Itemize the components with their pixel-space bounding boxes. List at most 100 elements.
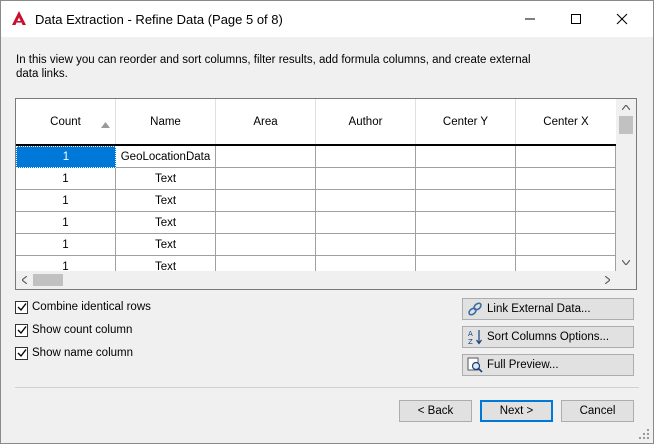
- checkbox-box[interactable]: [15, 300, 28, 314]
- scrollbar-corner: [616, 271, 636, 289]
- area-cell[interactable]: [216, 256, 316, 271]
- back-button[interactable]: < Back: [399, 400, 472, 422]
- chevron-left-icon: [22, 276, 27, 284]
- center-x-cell[interactable]: [516, 168, 616, 190]
- name-cell[interactable]: Text: [116, 168, 216, 190]
- table-row[interactable]: 1 Text: [16, 190, 616, 212]
- area-cell[interactable]: [216, 190, 316, 212]
- name-cell[interactable]: Text: [116, 234, 216, 256]
- area-cell[interactable]: [216, 234, 316, 256]
- center-x-cell[interactable]: [516, 256, 616, 271]
- center-y-cell[interactable]: [416, 212, 516, 234]
- name-cell[interactable]: Text: [116, 256, 216, 271]
- area-cell[interactable]: [216, 212, 316, 234]
- column-header-author[interactable]: Author: [316, 99, 416, 144]
- count-cell[interactable]: 1: [16, 168, 116, 190]
- center-y-cell[interactable]: [416, 146, 516, 168]
- svg-text:A: A: [468, 330, 473, 338]
- grid-viewport: Count Name Area Author Center Y Center X…: [16, 99, 616, 271]
- area-cell[interactable]: [216, 146, 316, 168]
- scroll-down-button[interactable]: [616, 254, 636, 271]
- maximize-button[interactable]: [553, 1, 599, 37]
- scroll-right-button[interactable]: [599, 271, 616, 289]
- sort-ascending-icon: [101, 119, 110, 131]
- column-header-count[interactable]: Count: [16, 99, 116, 144]
- author-cell[interactable]: [316, 190, 416, 212]
- link-external-data-button[interactable]: Link External Data...: [462, 298, 634, 320]
- table-row[interactable]: 1 GeoLocationData: [16, 146, 616, 168]
- full-preview-button[interactable]: Full Preview...: [462, 354, 634, 376]
- vertical-scroll-thumb[interactable]: [619, 116, 633, 134]
- sort-columns-options-button[interactable]: A Z Sort Columns Options...: [462, 326, 634, 348]
- next-button[interactable]: Next >: [480, 400, 553, 422]
- center-y-cell[interactable]: [416, 234, 516, 256]
- checkbox-label: Show count column: [32, 324, 133, 336]
- horizontal-scrollbar[interactable]: [16, 271, 616, 289]
- count-cell[interactable]: 1: [16, 190, 116, 212]
- center-x-cell[interactable]: [516, 190, 616, 212]
- column-header-name[interactable]: Name: [116, 99, 216, 144]
- title-bar[interactable]: Data Extraction - Refine Data (Page 5 of…: [1, 1, 653, 37]
- scroll-up-button[interactable]: [616, 99, 636, 116]
- combine-identical-rows-checkbox[interactable]: Combine identical rows: [15, 299, 151, 315]
- autocad-a-icon: [11, 10, 27, 26]
- minimize-icon: [525, 18, 535, 20]
- count-cell[interactable]: 1: [16, 234, 116, 256]
- author-cell[interactable]: [316, 234, 416, 256]
- checkbox-box[interactable]: [15, 346, 28, 360]
- count-cell[interactable]: 1: [16, 256, 116, 271]
- chevron-right-icon: [605, 276, 610, 284]
- checkbox-box[interactable]: [15, 323, 28, 337]
- button-label: Sort Columns Options...: [487, 331, 610, 343]
- author-cell[interactable]: [316, 168, 416, 190]
- center-y-cell[interactable]: [416, 168, 516, 190]
- window-title: Data Extraction - Refine Data (Page 5 of…: [35, 12, 283, 27]
- scroll-left-button[interactable]: [16, 271, 33, 289]
- column-header-center-x[interactable]: Center X: [516, 99, 616, 144]
- preview-magnifier-icon: [467, 357, 483, 373]
- resize-grip-icon[interactable]: [637, 427, 651, 441]
- chevron-down-icon: [622, 260, 630, 265]
- link-icon: [467, 301, 483, 317]
- checkmark-icon: [17, 349, 27, 358]
- checkbox-label: Combine identical rows: [32, 301, 151, 313]
- description-text: In this view you can reorder and sort co…: [16, 54, 531, 80]
- close-button[interactable]: [599, 1, 645, 37]
- button-label: Link External Data...: [487, 303, 591, 315]
- chevron-up-icon: [622, 105, 630, 110]
- center-y-cell[interactable]: [416, 256, 516, 271]
- author-cell[interactable]: [316, 256, 416, 271]
- author-cell[interactable]: [316, 146, 416, 168]
- area-cell[interactable]: [216, 168, 316, 190]
- show-name-column-checkbox[interactable]: Show name column: [15, 345, 133, 361]
- vertical-scrollbar[interactable]: [616, 99, 636, 271]
- maximize-icon: [571, 14, 581, 24]
- center-x-cell[interactable]: [516, 212, 616, 234]
- center-x-cell[interactable]: [516, 234, 616, 256]
- minimize-button[interactable]: [507, 1, 553, 37]
- author-cell[interactable]: [316, 212, 416, 234]
- checkmark-icon: [17, 303, 27, 312]
- table-row[interactable]: 1 Text: [16, 168, 616, 190]
- center-y-cell[interactable]: [416, 190, 516, 212]
- table-row[interactable]: 1 Text: [16, 256, 616, 271]
- count-cell[interactable]: 1: [16, 146, 116, 168]
- name-cell[interactable]: GeoLocationData: [116, 146, 216, 168]
- close-icon: [616, 13, 628, 25]
- sort-az-icon: A Z: [467, 329, 483, 346]
- button-label: Full Preview...: [487, 359, 559, 371]
- table-row[interactable]: 1 Text: [16, 212, 616, 234]
- column-header-area[interactable]: Area: [216, 99, 316, 144]
- show-count-column-checkbox[interactable]: Show count column: [15, 322, 132, 338]
- cancel-button[interactable]: Cancel: [561, 400, 634, 422]
- table-row[interactable]: 1 Text: [16, 234, 616, 256]
- data-grid[interactable]: Count Name Area Author Center Y Center X…: [15, 98, 637, 290]
- column-header-center-y[interactable]: Center Y: [416, 99, 516, 144]
- data-extraction-dialog: Data Extraction - Refine Data (Page 5 of…: [0, 0, 654, 444]
- checkbox-label: Show name column: [32, 347, 133, 359]
- count-cell[interactable]: 1: [16, 212, 116, 234]
- name-cell[interactable]: Text: [116, 190, 216, 212]
- name-cell[interactable]: Text: [116, 212, 216, 234]
- horizontal-scroll-thumb[interactable]: [33, 274, 63, 286]
- center-x-cell[interactable]: [516, 146, 616, 168]
